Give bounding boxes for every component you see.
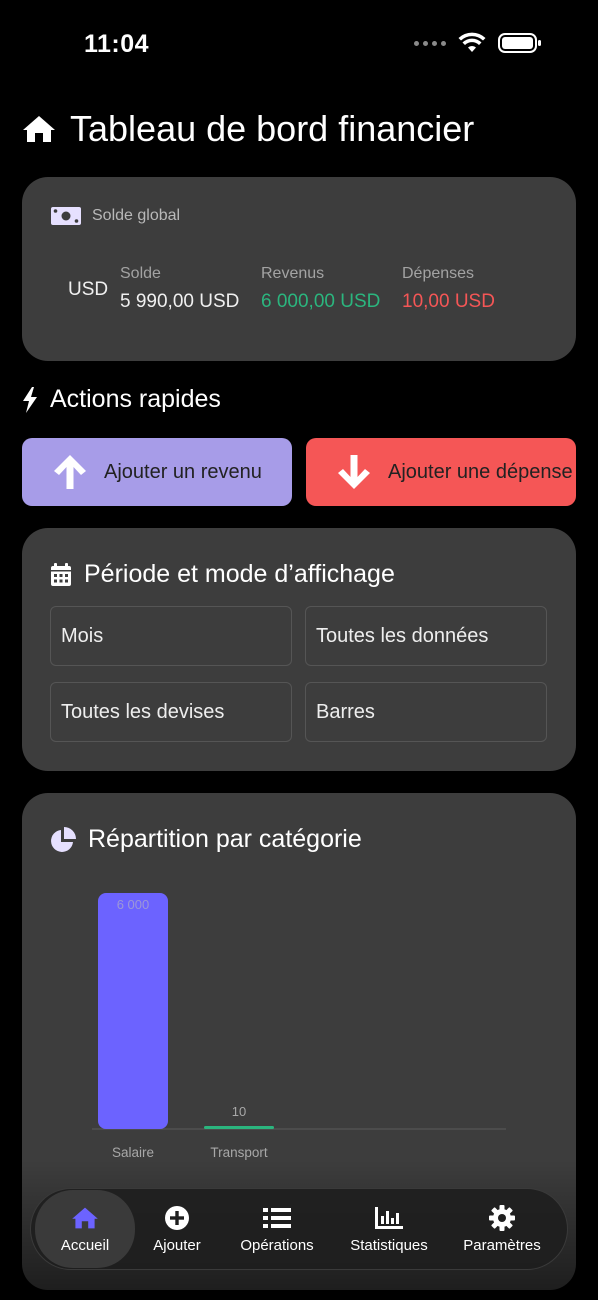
balance-heading: Solde global xyxy=(50,205,180,227)
add-income-button[interactable]: Ajouter un revenu xyxy=(22,438,292,506)
tab-parametres[interactable]: Paramètres xyxy=(443,1190,561,1268)
tab-operations[interactable]: Opérations xyxy=(219,1190,335,1268)
balance-card: Solde global USD Solde 5 990,00 USD Reve… xyxy=(22,177,576,361)
chart-bar-transport[interactable] xyxy=(204,1126,274,1129)
chart-value-label: 6 000 xyxy=(117,897,150,912)
signal-icon xyxy=(414,40,446,46)
stat-depenses: Dépenses 10,00 USD xyxy=(402,265,495,313)
status-icons xyxy=(414,32,542,54)
chart-value-label: 10 xyxy=(232,1104,246,1119)
period-heading: Période et mode d’affichage xyxy=(50,560,395,589)
tab-statistiques[interactable]: Statistiques xyxy=(335,1190,443,1268)
period-select[interactable]: Mois xyxy=(50,606,292,666)
tab-accueil[interactable]: Accueil xyxy=(35,1190,135,1268)
bar-chart-icon xyxy=(375,1206,403,1229)
list-icon xyxy=(263,1207,291,1228)
tab-parametres-label: Paramètres xyxy=(463,1236,541,1254)
period-title: Période et mode d’affichage xyxy=(84,560,395,588)
depenses-value: 10,00 USD xyxy=(402,291,495,312)
solde-label: Solde xyxy=(120,265,161,282)
add-expense-button[interactable]: Ajouter une dépense xyxy=(306,438,576,506)
page-title: Tableau de bord financier xyxy=(70,108,475,149)
chart-bar-salaire[interactable] xyxy=(98,893,168,1129)
currency-code: USD xyxy=(68,279,109,300)
depenses-label: Dépenses xyxy=(402,265,475,282)
quick-actions-header: Actions rapides xyxy=(22,385,221,414)
add-income-label: Ajouter un revenu xyxy=(104,460,262,483)
money-bill-icon xyxy=(51,207,81,225)
wifi-icon xyxy=(458,32,486,52)
bolt-icon xyxy=(23,386,37,413)
status-time: 11:04 xyxy=(84,30,150,58)
battery-icon xyxy=(498,33,541,53)
currency-select[interactable]: Toutes les devises xyxy=(50,682,292,742)
data-filter-select[interactable]: Toutes les données xyxy=(305,606,547,666)
chart-category-label: Salaire xyxy=(112,1145,154,1160)
period-card: Période et mode d’affichage Mois Toutes … xyxy=(22,528,576,771)
display-mode-select[interactable]: Barres xyxy=(305,682,547,742)
home-icon xyxy=(72,1207,98,1228)
arrow-down-icon xyxy=(338,455,370,489)
quick-actions-title: Actions rapides xyxy=(50,385,221,413)
home-icon xyxy=(23,116,55,142)
revenus-label: Revenus xyxy=(261,265,325,282)
page-header: Tableau de bord financier xyxy=(22,108,474,150)
tab-ajouter-label: Ajouter xyxy=(153,1236,201,1254)
gear-icon xyxy=(489,1204,515,1231)
calendar-icon xyxy=(51,562,71,586)
tab-ajouter[interactable]: Ajouter xyxy=(135,1190,219,1268)
tab-accueil-label: Accueil xyxy=(60,1236,110,1254)
chart-category-label: Transport xyxy=(210,1145,268,1160)
stat-solde: Solde 5 990,00 USD xyxy=(120,265,239,313)
tab-operations-label: Opérations xyxy=(240,1236,314,1254)
plus-circle-icon xyxy=(165,1205,189,1230)
solde-value: 5 990,00 USD xyxy=(120,291,240,312)
stat-revenus: Revenus 6 000,00 USD xyxy=(261,265,380,313)
status-bar: 11:04 xyxy=(0,0,598,90)
balance-heading-label: Solde global xyxy=(92,207,181,224)
add-expense-label: Ajouter une dépense xyxy=(388,460,573,483)
tab-bar: Accueil Ajouter Opérations Statistiques … xyxy=(30,1188,568,1270)
revenus-value: 6 000,00 USD xyxy=(261,291,381,312)
tab-statistiques-label: Statistiques xyxy=(350,1236,428,1254)
arrow-up-icon xyxy=(54,455,86,489)
